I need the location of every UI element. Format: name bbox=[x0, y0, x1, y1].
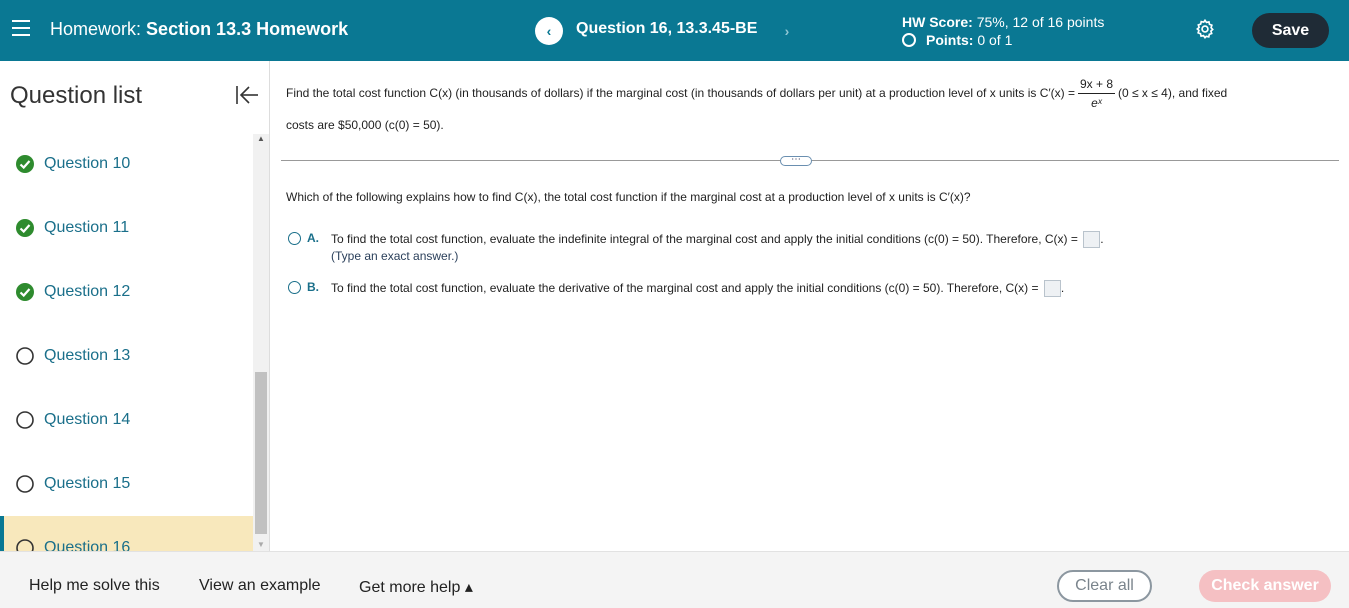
homework-prefix: Homework: bbox=[50, 19, 142, 39]
option-a-text: To find the total cost function, evaluat… bbox=[331, 232, 1078, 246]
option-b-radio[interactable] bbox=[288, 281, 301, 294]
check-circle-icon bbox=[15, 218, 35, 238]
check-circle-icon bbox=[15, 282, 35, 302]
points-label: Points: bbox=[926, 32, 974, 48]
question-list-scrollbar[interactable]: ▲ ▼ bbox=[253, 134, 269, 551]
check-answer-button[interactable]: Check answer bbox=[1199, 570, 1331, 602]
save-button[interactable]: Save bbox=[1252, 13, 1329, 48]
question-list-item-label: Question 16 bbox=[44, 539, 131, 551]
question-list-item-label: Question 12 bbox=[44, 283, 131, 300]
empty-circle-icon bbox=[15, 538, 35, 551]
scroll-up-icon[interactable]: ▲ bbox=[257, 134, 265, 143]
option-a-radio[interactable] bbox=[288, 232, 301, 245]
question-list: Question 10 Question 11 Question 12 Questio… bbox=[0, 134, 253, 551]
top-bar: Homework: Section 13.3 Homework ‹ Questi… bbox=[0, 0, 1349, 61]
homework-name: Section 13.3 Homework bbox=[146, 19, 349, 39]
question-list-item-label: Question 15 bbox=[44, 475, 131, 492]
problem-text-3: costs are $50,000 (c(0) = 50). bbox=[286, 118, 444, 132]
menu-icon[interactable] bbox=[12, 20, 30, 36]
option-a-letter: A. bbox=[307, 231, 319, 245]
option-a-hint: (Type an exact answer.) bbox=[331, 249, 459, 264]
question-title: Question 16, 13.3.45-BE bbox=[576, 20, 758, 37]
fraction-denominator: eˣ bbox=[1091, 95, 1102, 110]
question-list-item[interactable]: Question 15 bbox=[0, 452, 253, 516]
gear-icon[interactable] bbox=[1194, 18, 1216, 40]
question-prompt: Which of the following explains how to f… bbox=[286, 190, 971, 204]
score-value: 75%, 12 of 16 points bbox=[976, 14, 1105, 30]
question-list-item[interactable]: Question 13 bbox=[0, 324, 253, 388]
option-b-text: To find the total cost function, evaluat… bbox=[331, 281, 1039, 295]
empty-circle-icon bbox=[15, 410, 35, 430]
question-list-item-label: Question 11 bbox=[44, 219, 130, 236]
expand-toggle-button[interactable]: ⋯ bbox=[780, 155, 812, 166]
help-me-solve-link[interactable]: Help me solve this bbox=[29, 577, 160, 595]
question-list-panel: Question list Question 10 Question 11 Ques… bbox=[0, 61, 270, 551]
previous-question-button[interactable]: ‹ bbox=[535, 17, 563, 45]
view-example-link[interactable]: View an example bbox=[199, 577, 321, 595]
points-value: 0 of 1 bbox=[977, 32, 1013, 48]
question-area: Find the total cost function C(x) (in th… bbox=[271, 61, 1349, 551]
question-list-item[interactable]: Question 10 bbox=[0, 134, 253, 196]
option-b-answer-input[interactable] bbox=[1043, 280, 1061, 298]
problem-text-1: Find the total cost function C(x) (in th… bbox=[286, 86, 1075, 100]
problem-text-2: (0 ≤ x ≤ 4), and fixed bbox=[1118, 86, 1228, 100]
question-list-item[interactable]: Question 14 bbox=[0, 388, 253, 452]
option-a-answer-input[interactable] bbox=[1083, 231, 1101, 249]
fraction-numerator: 9x + 8 bbox=[1077, 76, 1115, 94]
option-a[interactable]: A. To find the total cost function, eval… bbox=[288, 231, 1104, 265]
get-more-help-link[interactable]: Get more help ▴ bbox=[359, 577, 473, 597]
question-list-item[interactable]: Question 11 bbox=[0, 196, 253, 260]
footer-bar: Help me solve this View an example Get m… bbox=[0, 551, 1349, 608]
option-b-letter: B. bbox=[307, 280, 319, 294]
scrollbar-thumb[interactable] bbox=[255, 372, 267, 534]
option-b[interactable]: B. To find the total cost function, eval… bbox=[288, 280, 1064, 298]
question-list-item[interactable]: Question 16 bbox=[0, 516, 253, 551]
question-list-item[interactable]: Question 12 bbox=[0, 260, 253, 324]
empty-circle-icon bbox=[15, 346, 35, 366]
problem-statement: Find the total cost function C(x) (in th… bbox=[286, 75, 1336, 133]
question-list-item-label: Question 13 bbox=[44, 347, 131, 364]
points-status-icon bbox=[902, 33, 916, 47]
check-circle-icon bbox=[15, 154, 35, 174]
collapse-panel-icon[interactable] bbox=[234, 83, 260, 107]
next-question-button[interactable]: › bbox=[773, 17, 801, 45]
score-label: HW Score: bbox=[902, 14, 973, 30]
clear-all-button[interactable]: Clear all bbox=[1057, 570, 1152, 602]
scroll-down-icon[interactable]: ▼ bbox=[257, 540, 265, 549]
empty-circle-icon bbox=[15, 474, 35, 494]
score-panel: HW Score: 75%, 12 of 16 points Points: 0… bbox=[902, 13, 1104, 49]
question-list-item-label: Question 14 bbox=[44, 411, 131, 428]
question-list-item-label: Question 10 bbox=[44, 155, 131, 172]
marginal-cost-fraction: 9x + 8 eˣ bbox=[1077, 76, 1115, 111]
homework-title: Homework: Section 13.3 Homework bbox=[50, 19, 348, 40]
question-list-title: Question list bbox=[10, 82, 143, 109]
